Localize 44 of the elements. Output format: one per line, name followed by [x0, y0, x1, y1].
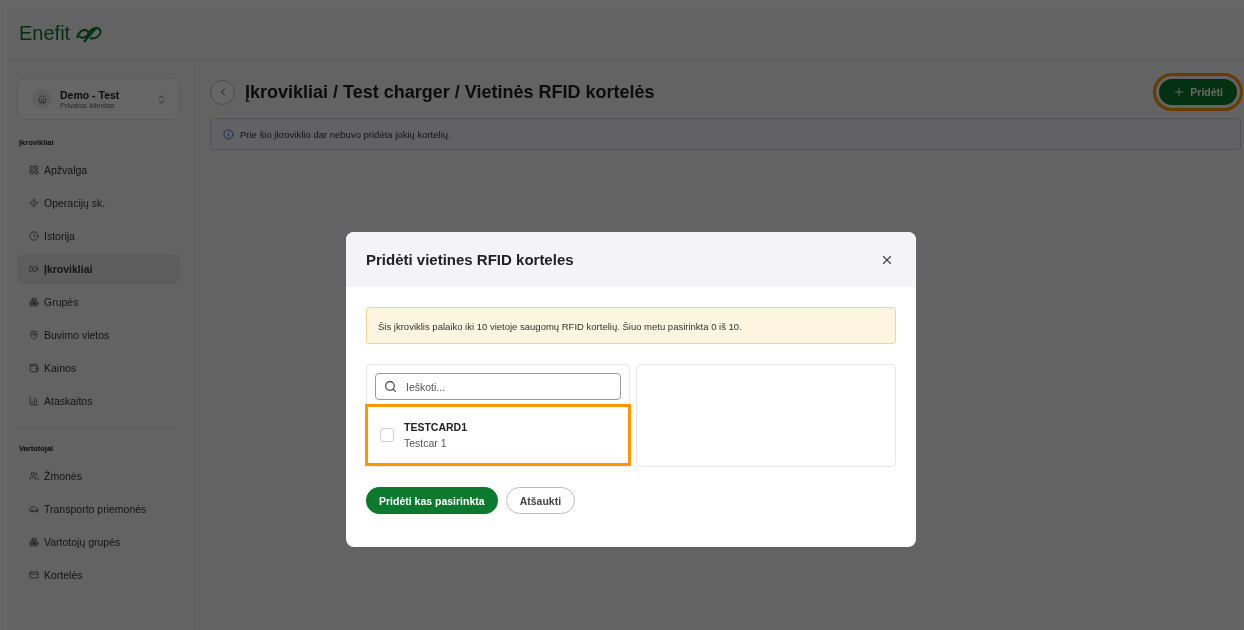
card-row[interactable]: TESTCARD1 Testcar 1 — [365, 404, 631, 466]
sidebar-item[interactable]: Apžvalga — [17, 154, 180, 185]
card-icon — [29, 569, 39, 580]
back-button[interactable] — [210, 79, 235, 105]
sidebar-item[interactable]: Vartotojų grupės — [17, 526, 180, 557]
sidebar-item[interactable]: Kortelės — [17, 559, 180, 590]
cancel-button[interactable]: Atšaukti — [505, 487, 576, 514]
add-selected-button[interactable]: Pridėti kas pasirinkta — [366, 487, 498, 514]
sidebar-item[interactable]: Ataskaitos — [17, 385, 180, 416]
sidebar-item[interactable]: Kainos — [17, 352, 180, 383]
sidebar-item[interactable]: Žmonės — [17, 460, 180, 491]
enefit-logo: Enefit — [19, 22, 105, 45]
sidebar-item[interactable]: Buvimo vietos — [17, 319, 180, 350]
search-icon — [384, 380, 397, 394]
sidebar-item[interactable]: Transporto priemonės — [17, 493, 180, 524]
clock-icon — [29, 230, 39, 241]
group-icon — [29, 536, 39, 547]
sidebar-item[interactable]: Įkrovikliai — [17, 253, 180, 284]
info-icon — [223, 128, 234, 140]
search-input[interactable]: Ieškoti... — [404, 379, 612, 394]
notice-banner: Šis įkroviklis palaiko iki 10 vietoje saugomų RFID kortelių. Šiuo metu pasirinkta 0 iš 10. — [366, 307, 896, 344]
car-icon — [29, 503, 39, 514]
card-vehicle: Testcar 1 — [404, 437, 448, 450]
chevrons-icon — [156, 93, 167, 105]
location-pin-icon — [29, 329, 39, 340]
group-icon — [29, 296, 39, 307]
checkbox[interactable] — [380, 428, 394, 443]
dialog-title: Pridėti vietines RFID korteles — [366, 251, 574, 268]
sidebar-item[interactable]: Operacijų sk. — [17, 187, 180, 218]
charger-icon — [29, 263, 39, 274]
search-field[interactable]: Ieškoti... — [375, 373, 621, 401]
grid-icon — [29, 164, 39, 175]
account-name: Demo - Test — [60, 88, 121, 101]
card-name: TESTCARD1 — [404, 421, 467, 434]
wallet-icon — [29, 362, 39, 373]
sidebar-item[interactable]: Grupės — [17, 286, 180, 317]
lightning-icon — [29, 197, 39, 208]
users-icon — [29, 470, 39, 481]
plus-icon — [1173, 86, 1186, 98]
sidebar-item[interactable]: Istorija — [17, 220, 180, 251]
home-icon — [32, 89, 52, 109]
page-title: Įkrovikliai / Test charger / Vietinės RFID kortelės — [245, 81, 656, 103]
info-text: Prie šio įkroviklio dar nebuvo pridėta jokių kortelių. — [240, 128, 451, 140]
bar-chart-icon — [29, 395, 39, 406]
